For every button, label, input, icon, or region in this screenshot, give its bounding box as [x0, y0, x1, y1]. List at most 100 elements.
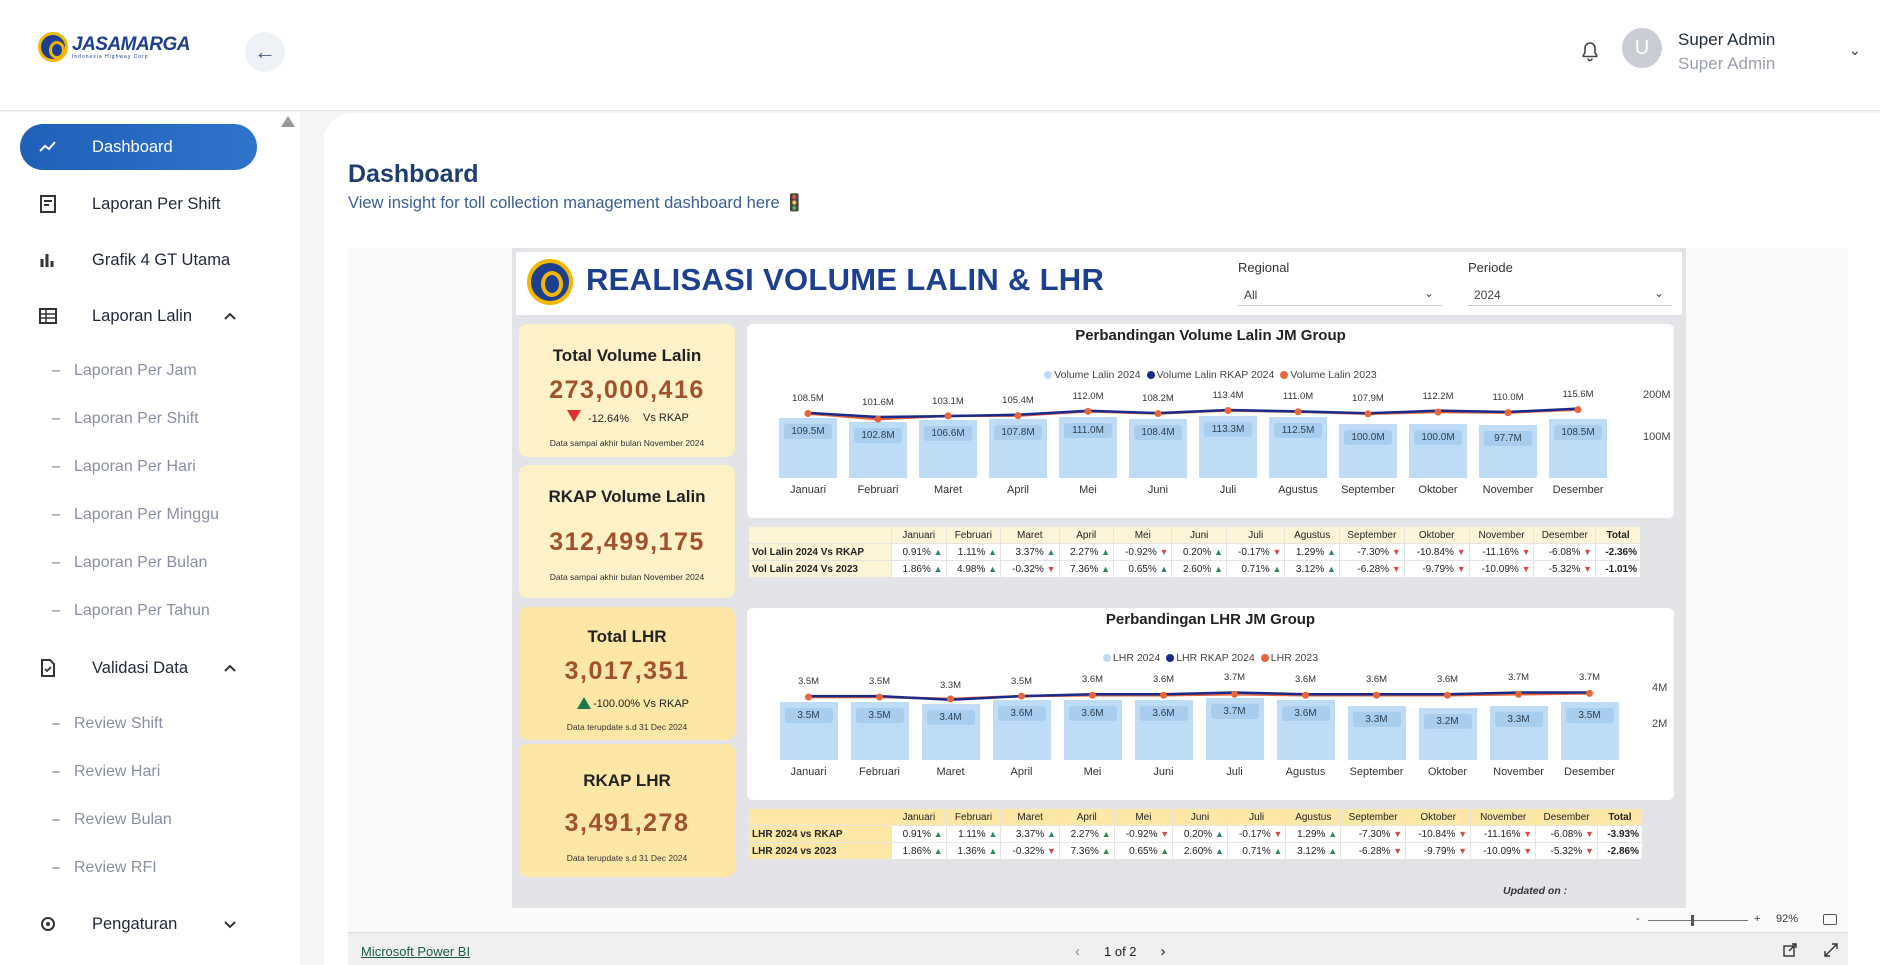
sidebar-subitem-laporan-per-minggu[interactable]: Laporan Per Minggu	[52, 506, 219, 524]
sidebar-item-dashboard[interactable]: Dashboard	[20, 124, 257, 170]
cell-value: -9.79%	[1422, 563, 1457, 575]
jasamarga-logo[interactable]: JASAMARGA Indonesia Highway Corp	[38, 32, 190, 62]
cell-value: 2.27%	[1070, 828, 1102, 840]
table-row: Vol Lalin 2024 Vs RKAP 0.91% ▲ 1.11% ▲ 3.37…	[748, 543, 1641, 561]
sidebar-subitem-laporan-per-bulan[interactable]: Laporan Per Bulan	[52, 554, 207, 572]
legend-dot	[1146, 371, 1155, 380]
sidebar-subitem-laporan-per-tahun[interactable]: Laporan Per Tahun	[52, 602, 210, 620]
chevron-up-icon[interactable]	[220, 306, 240, 326]
bar-data-label: 102.8M	[854, 428, 902, 444]
legend-label: Volume Lalin RKAP 2024	[1156, 369, 1275, 381]
avatar[interactable]: U	[1622, 28, 1662, 68]
sidebar-subitem-review-shift[interactable]: Review Shift	[52, 715, 163, 733]
rkap-data-label: 3.5M	[797, 676, 820, 688]
triangle-up-icon: ▲	[933, 546, 943, 557]
chevron-down-icon[interactable]	[220, 914, 240, 934]
rkap-data-label: 110.0M	[1492, 392, 1524, 403]
lhr-comparison-table: Januari Februari Maret April Mei Juni Juli Agus…	[748, 808, 1644, 860]
table-cell: 3.37% ▲	[1000, 543, 1060, 561]
zoom-in-button[interactable]: +	[1754, 913, 1760, 925]
legend-label: LHR 2024	[1112, 652, 1161, 664]
table-header-cell: Agustus	[1285, 808, 1342, 826]
sidebar-subitem-label: Laporan Per Minggu	[74, 506, 219, 523]
next-page-icon[interactable]: ›	[1161, 943, 1166, 960]
scroll-up-arrow-icon[interactable]	[281, 116, 295, 127]
table-cell: -10.09% ▼	[1468, 560, 1535, 578]
triangle-down-icon: ▼	[1458, 828, 1468, 839]
triangle-down-icon: ▼	[1160, 828, 1170, 839]
table-header-cell: Oktober	[1403, 526, 1470, 544]
kpi-title: Total LHR	[587, 627, 667, 646]
bar-data-label: 109.5M	[784, 424, 832, 440]
table-cell: 2.27% ▲	[1058, 825, 1115, 843]
sidebar-item-grafik-4-gt-utama[interactable]: Grafik 4 GT Utama	[20, 237, 257, 283]
sidebar-item-laporan-per-shift[interactable]: Laporan Per Shift	[20, 181, 257, 227]
zoom-slider-thumb[interactable]	[1691, 915, 1694, 926]
cell-value: 0.20%	[1182, 546, 1215, 558]
table-header-cell: Oktober	[1405, 808, 1472, 826]
bar-data-label: 3.5M	[855, 708, 904, 724]
bar-data-label: 3.7M	[1210, 704, 1259, 720]
user-role: Super Admin	[1678, 54, 1776, 73]
fit-to-page-icon[interactable]	[1823, 914, 1837, 925]
expand-icon[interactable]	[1823, 942, 1839, 958]
bar-data-label: 3.4M	[926, 709, 975, 725]
table-cell: -10.84% ▼	[1403, 543, 1470, 561]
sidebar-item-pengaturan[interactable]: Pengaturan	[20, 901, 257, 947]
sidebar-subitem-review-hari[interactable]: Review Hari	[52, 763, 160, 781]
sub-dash	[52, 610, 60, 612]
x-tick-label: Maret	[933, 484, 963, 496]
sidebar-subitem-label: Laporan Per Jam	[74, 362, 197, 379]
x-tick-label: November	[1493, 766, 1544, 778]
bar-chart-icon	[40, 254, 54, 267]
bar-data-label: 108.4M	[1134, 424, 1182, 440]
table-cell: -0.92% ▼	[1113, 825, 1174, 843]
sidebar-subitem-laporan-per-jam[interactable]: Laporan Per Jam	[52, 362, 197, 380]
sidebar-subitem-laporan-per-shift[interactable]: Laporan Per Shift	[52, 410, 199, 428]
powerbi-link[interactable]: Microsoft Power BI	[361, 944, 470, 959]
kpi-card-total-lhr: Total LHR 3,017,351 -100.00% Vs RKAP Dat…	[519, 607, 735, 740]
periode-select[interactable]: 2024 ⌄	[1468, 283, 1672, 306]
triangle-down-icon: ▼	[1456, 546, 1466, 557]
bell-icon[interactable]	[1578, 40, 1602, 64]
cell-value: 2.60%	[1182, 563, 1215, 575]
rkap-data-label: 103.1M	[932, 396, 964, 408]
legend-label: Volume Lalin 2023	[1290, 369, 1377, 381]
sub-dash	[52, 370, 60, 372]
share-icon[interactable]	[1782, 942, 1798, 958]
x-tick-label: Desember	[1564, 766, 1615, 778]
table-cell: 0.71% ▲	[1226, 842, 1287, 860]
sidebar-subitem-label: Laporan Per Tahun	[74, 602, 210, 619]
triangle-down-icon: ▼	[1393, 828, 1403, 839]
sidebar-subitem-review-rfi[interactable]: Review RFI	[52, 859, 157, 877]
cell-value: -0.17%	[1238, 546, 1273, 558]
sidebar-item-laporan-lalin[interactable]: Laporan Lalin	[20, 293, 257, 339]
cell-value: 0.20%	[1183, 828, 1215, 840]
cell-value: 0.65%	[1129, 845, 1161, 857]
chart-legend: Volume Lalin 2024 Volume Lalin RKAP 2024…	[747, 369, 1674, 381]
cell-value: -10.09%	[1481, 563, 1522, 575]
sidebar-subitem-laporan-per-hari[interactable]: Laporan Per Hari	[52, 458, 196, 476]
table-header-cell: September	[1338, 526, 1405, 544]
triangle-up-icon: ▲	[1214, 563, 1223, 574]
sub-dash	[52, 562, 60, 564]
chevron-up-icon[interactable]	[220, 658, 240, 678]
collapse-sidebar-button[interactable]: ←	[245, 32, 285, 72]
zoom-slider-track[interactable]	[1648, 920, 1748, 921]
chevron-down-icon[interactable]: ⌄	[1849, 42, 1861, 59]
cell-value: -6.08%	[1550, 828, 1585, 840]
rkap-data-label: 107.9M	[1352, 393, 1384, 405]
table-cell: 4.98% ▲	[945, 560, 1002, 578]
triangle-up-icon: ▲	[933, 845, 943, 856]
zoom-out-button[interactable]: -	[1636, 913, 1640, 925]
prev-page-icon[interactable]: ‹	[1075, 943, 1080, 960]
table-cell: 2.27% ▲	[1058, 543, 1115, 561]
sidebar-subitem-review-bulan[interactable]: Review Bulan	[52, 811, 172, 829]
table-cell: 0.91% ▲	[891, 825, 947, 843]
table-header-cell: April	[1058, 808, 1115, 826]
regional-select[interactable]: All ⌄	[1238, 283, 1442, 306]
cell-value: 3.12%	[1297, 845, 1329, 857]
table-header-cell: November	[1470, 808, 1537, 826]
sidebar-item-validasi-data[interactable]: Validasi Data	[20, 645, 257, 691]
triangle-down-icon	[567, 410, 581, 422]
